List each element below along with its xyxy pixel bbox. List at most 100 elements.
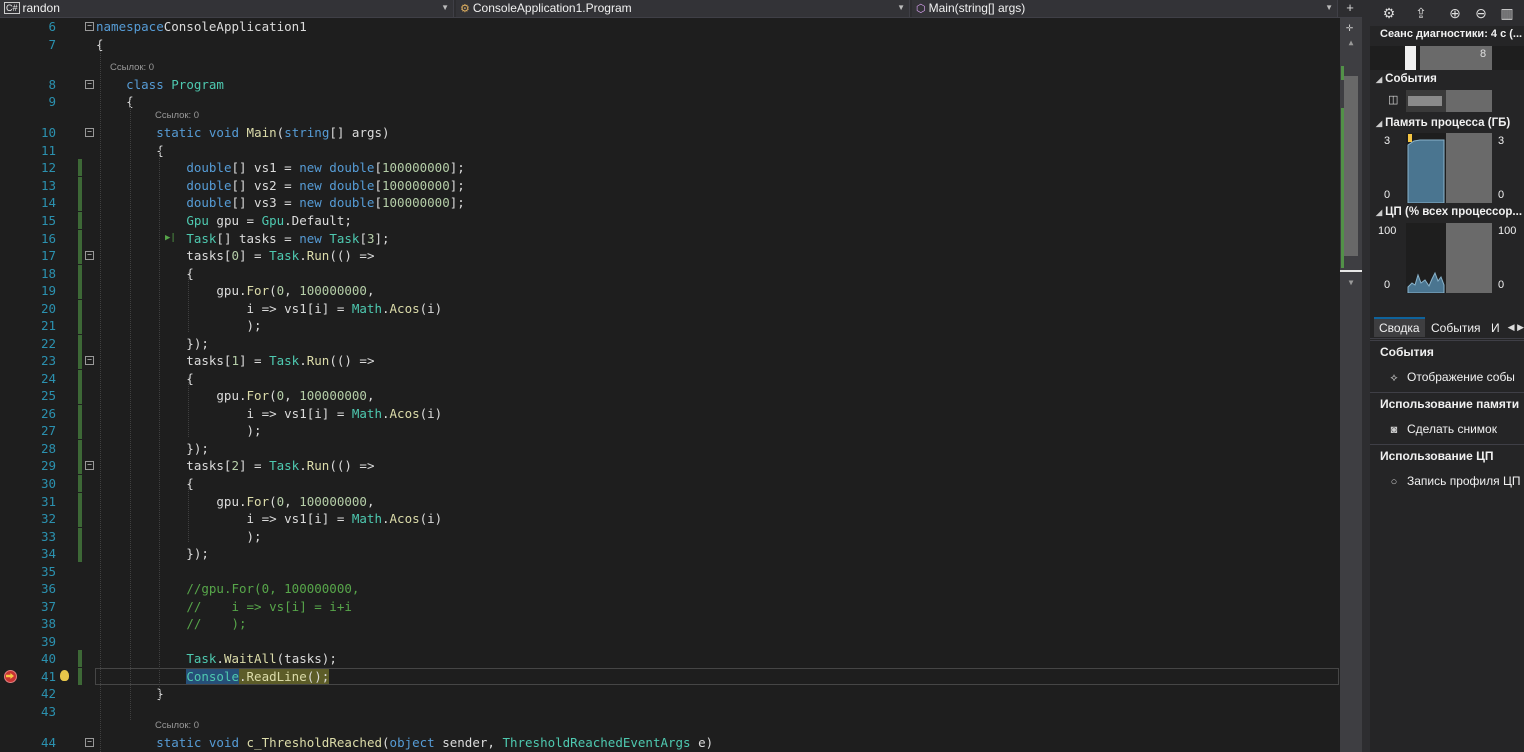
code-line[interactable]: 30 { [0, 475, 1340, 492]
code-token: string [284, 125, 330, 140]
code-line[interactable]: 31 gpu.For(0, 100000000, [0, 493, 1340, 510]
code-line[interactable]: 42 } [0, 685, 1340, 702]
code-line[interactable]: 10 − static void Main(string[] args) [0, 124, 1340, 141]
collapse-icon[interactable]: − [85, 80, 94, 89]
code-token: , [284, 388, 300, 403]
code-line[interactable]: 9 { [0, 93, 1340, 110]
code-line[interactable]: 27 ); [0, 422, 1340, 439]
code-line[interactable]: 43 [0, 703, 1340, 720]
code-line[interactable]: 12 double[] vs1 = new double[100000000]; [0, 159, 1340, 176]
code-line[interactable]: 22 }); [0, 335, 1340, 352]
run-to-click-icon[interactable]: ▶| [165, 233, 176, 243]
code-line[interactable]: 32 i => vs1[i] = Math.Acos(i) [0, 510, 1340, 527]
add-icon[interactable]: + [1338, 0, 1362, 17]
reset-zoom-icon[interactable]: ▥ [1498, 4, 1516, 22]
codelens-references[interactable]: Ссылок: 0 [110, 61, 154, 75]
show-events-link[interactable]: ⟡ Отображение собы [1370, 366, 1524, 388]
pause-icon[interactable]: ◫ [1388, 93, 1398, 106]
cpu-section-header[interactable]: ◢ ЦП (% всех процессор... [1376, 206, 1522, 218]
export-icon[interactable]: ⇪ [1412, 4, 1430, 22]
zoom-in-icon[interactable]: ⊕ [1446, 4, 1464, 22]
memory-graph[interactable] [1406, 133, 1492, 203]
code-token: e) [690, 735, 714, 750]
change-indicator [78, 317, 82, 334]
collapse-icon[interactable]: − [85, 251, 94, 260]
panel-divider[interactable] [1362, 0, 1370, 752]
summary-events-header: События [1370, 340, 1524, 362]
settings-gear-icon[interactable]: ⚙ [1380, 4, 1398, 22]
collapse-icon[interactable]: − [85, 738, 94, 747]
code-line[interactable]: 17 − tasks[0] = Task.Run(() => [0, 247, 1340, 264]
code-line[interactable]: 34 }); [0, 545, 1340, 562]
cpu-graph[interactable] [1406, 223, 1492, 293]
editor-scrollbar[interactable]: ✛ ▲ ▼ [1340, 18, 1362, 752]
code-line[interactable]: 36 //gpu.For(0, 100000000, [0, 580, 1340, 597]
tab-scroll-icon[interactable]: ◀ ▶ [1508, 322, 1524, 333]
code-line[interactable]: 8 − class Program [0, 76, 1340, 93]
record-cpu-profile-button[interactable]: ○ Запись профиля ЦП [1370, 470, 1524, 492]
code-line[interactable]: 25 gpu.For(0, 100000000, [0, 387, 1340, 404]
code-line[interactable]: 24 { [0, 370, 1340, 387]
code-token: For [246, 283, 270, 298]
collapse-icon[interactable]: − [85, 461, 94, 470]
code-line[interactable]: 35 [0, 563, 1340, 580]
line-number: 43 [40, 704, 56, 719]
collapse-icon[interactable]: − [85, 356, 94, 365]
code-line[interactable]: 18 { [0, 265, 1340, 282]
code-line[interactable]: 16 Task[] tasks = new Task[3]; [0, 230, 1340, 247]
class-dropdown[interactable]: ⚙ ConsoleApplication1.Program ▼ [456, 0, 910, 17]
code-line[interactable]: 26 i => vs1[i] = Math.Acos(i) [0, 405, 1340, 422]
code-line[interactable]: 44 − static void c_ThresholdReached(objec… [0, 734, 1340, 751]
code-line[interactable]: 13 double[] vs2 = new double[100000000]; [0, 177, 1340, 194]
code-text: { [96, 370, 194, 387]
breakpoint-current-statement-icon[interactable] [4, 670, 17, 683]
code-line[interactable]: 15 Gpu gpu = Gpu.Default; [0, 212, 1340, 229]
code-token: tasks[ [96, 248, 232, 263]
code-line[interactable]: 23 − tasks[1] = Task.Run(() => [0, 352, 1340, 369]
scroll-down-icon[interactable]: ▼ [1340, 278, 1362, 287]
tab-summary[interactable]: Сводка [1374, 317, 1425, 337]
take-snapshot-button[interactable]: ◙ Сделать снимок [1370, 418, 1524, 440]
scroll-thumb[interactable] [1344, 76, 1358, 256]
code-line[interactable]: 6 − namespaceConsoleApplication1 [0, 18, 1340, 35]
code-line[interactable]: 40 Task.WaitAll(tasks); [0, 650, 1340, 667]
code-line[interactable]: 7{ [0, 36, 1340, 53]
line-number: 41 [40, 669, 56, 684]
split-view-icon[interactable]: ✛ [1346, 20, 1353, 34]
code-line[interactable]: 37 // i => vs[i] = i+i [0, 598, 1340, 615]
code-editor[interactable]: 6− namespaceConsoleApplication1 7{ 8− class… [0, 18, 1340, 752]
tab-events[interactable]: События [1426, 319, 1486, 337]
code-line[interactable]: 39 [0, 633, 1340, 650]
line-number: 38 [40, 616, 56, 631]
member-dropdown[interactable]: ⬡ Main(string[] args) ▼ [912, 0, 1338, 17]
code-token: . [381, 301, 390, 316]
project-dropdown[interactable]: C# randon ▼ [0, 0, 454, 17]
code-line[interactable]: 33 ); [0, 528, 1340, 545]
code-line[interactable]: 28 }); [0, 440, 1340, 457]
code-line[interactable]: 20 i => vs1[i] = Math.Acos(i) [0, 300, 1340, 317]
zoom-out-icon[interactable]: ⊖ [1472, 4, 1490, 22]
collapse-icon[interactable]: − [85, 22, 94, 31]
code-line[interactable]: 21 ); [0, 317, 1340, 334]
codelens-references[interactable]: Ссылок: 0 [155, 109, 199, 123]
code-line[interactable]: 11 { [0, 142, 1340, 159]
events-section-header[interactable]: ◢ События [1376, 73, 1437, 85]
collapse-icon[interactable]: − [85, 128, 94, 137]
code-line[interactable]: 14 double[] vs3 = new double[100000000]; [0, 194, 1340, 211]
code-line[interactable]: 38 // ); [0, 615, 1340, 632]
change-indicator [78, 510, 82, 527]
code-line[interactable]: 29 − tasks[2] = Task.Run(() => [0, 457, 1340, 474]
events-track[interactable] [1406, 90, 1492, 112]
code-line[interactable]: 41 Console.ReadLine(); [0, 668, 1340, 685]
tab-more[interactable]: И [1486, 319, 1505, 337]
scroll-up-icon[interactable]: ▲ [1340, 38, 1362, 47]
lightbulb-icon[interactable] [60, 670, 69, 681]
change-indicator [78, 265, 82, 282]
code-line[interactable]: 19 gpu.For(0, 100000000, [0, 282, 1340, 299]
session-timeline[interactable]: 8 [1370, 46, 1524, 70]
memory-section-header[interactable]: ◢ Память процесса (ГБ) [1376, 117, 1510, 129]
code-text: static void Main(string[] args) [96, 124, 389, 141]
code-token: ]; [449, 195, 465, 210]
codelens-references[interactable]: Ссылок: 0 [155, 719, 199, 733]
